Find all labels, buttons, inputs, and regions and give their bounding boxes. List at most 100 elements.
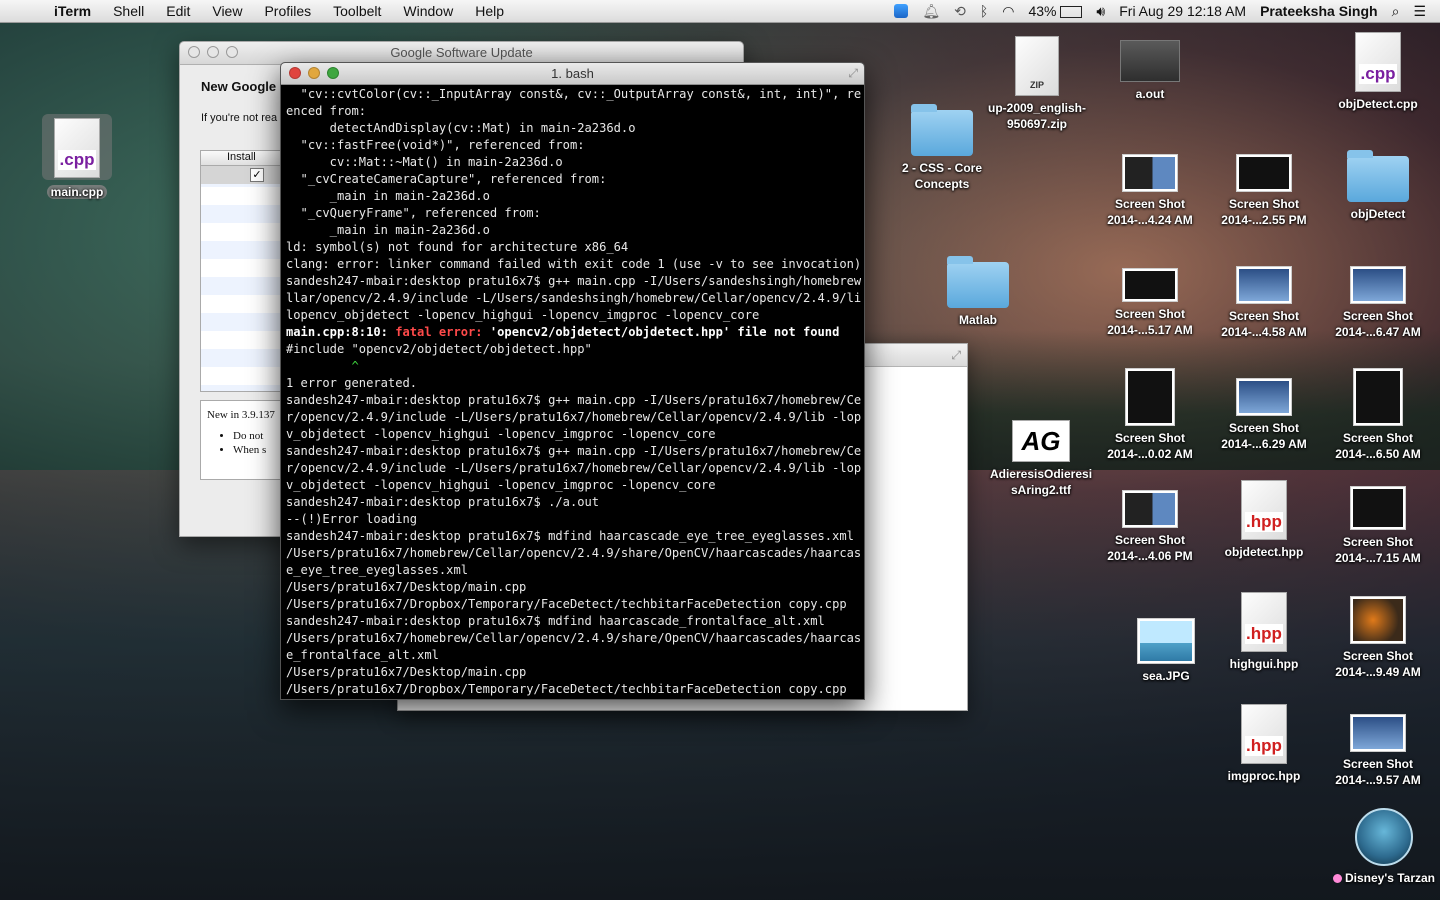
menu-help[interactable]: Help bbox=[475, 3, 504, 19]
terminal-text: r/opencv/2.4.9/include -L/Users/pratu16x… bbox=[286, 410, 861, 424]
desktop-icon-imgproc-hpp[interactable]: .hpp imgproc.hpp bbox=[1208, 704, 1320, 784]
icon-label-line2: 2014-...5.17 AM bbox=[1107, 323, 1193, 337]
terminal-text: 1 error generated. bbox=[286, 376, 418, 390]
updates-table[interactable]: Install ✓ bbox=[200, 150, 292, 392]
menu-window[interactable]: Window bbox=[403, 3, 453, 19]
desktop-icon-font[interactable]: AG AdieresisOdieresisAring2.ttf bbox=[985, 420, 1097, 498]
folder-icon bbox=[911, 104, 973, 156]
desktop-icon-highgui-hpp[interactable]: .hpp highgui.hpp bbox=[1208, 592, 1320, 672]
menu-shell[interactable]: Shell bbox=[113, 3, 144, 19]
terminal-line: /Users/pratu16x7/homebrew/Cellar/opencv/… bbox=[286, 545, 861, 562]
icon-label-line1: Screen Shot bbox=[1114, 431, 1186, 445]
bluetooth-icon[interactable]: ᛒ bbox=[980, 3, 988, 19]
notes-title: New in 3.9.137 bbox=[207, 409, 275, 421]
notification-center-icon[interactable]: ☰ bbox=[1413, 3, 1426, 20]
desktop-icon-screenshot[interactable]: Screen Shot 2014-...4.58 AM bbox=[1208, 266, 1320, 340]
terminal-text: v_objdetect -lopencv_highgui -lopencv_im… bbox=[286, 427, 716, 441]
cpp-file-icon: .cpp bbox=[54, 118, 100, 178]
desktop-icon-css-folder[interactable]: 2 - CSS - Core Concepts bbox=[886, 104, 998, 192]
menu-view[interactable]: View bbox=[212, 3, 242, 19]
font-file-icon: AG bbox=[1012, 420, 1070, 462]
volume-icon[interactable]: 🔊︎ bbox=[1096, 3, 1105, 20]
terminal-line: "cv::fastFree(void*)", referenced from: bbox=[286, 137, 861, 154]
desktop-icon-screenshot[interactable]: Screen Shot 2014-...7.15 AM bbox=[1322, 486, 1434, 566]
menu-app-iterm[interactable]: iTerm bbox=[54, 3, 91, 19]
desktop-icon-screenshot[interactable]: Screen Shot 2014-...9.49 AM bbox=[1322, 596, 1434, 680]
folder-icon bbox=[1347, 150, 1409, 202]
clock[interactable]: Fri Aug 29 12:18 AM bbox=[1119, 3, 1246, 19]
screenshot-thumbnail bbox=[1122, 154, 1178, 192]
folder-icon bbox=[947, 256, 1009, 308]
desktop-icon-aout[interactable]: a.out bbox=[1094, 40, 1206, 102]
terminal-line: sandesh247-mbair:desktop pratu16x7$ g++ … bbox=[286, 392, 861, 409]
fullscreen-icon[interactable]: ⤢ bbox=[848, 66, 858, 81]
notes-item: Do not bbox=[233, 429, 266, 443]
time-machine-icon[interactable]: ⟲ bbox=[954, 3, 966, 20]
desktop-icon-screenshot[interactable]: Screen Shot 2014-...6.29 AM bbox=[1208, 378, 1320, 452]
wifi-icon[interactable]: ◠ bbox=[1002, 3, 1014, 20]
desktop-icon-tarzan[interactable]: Disney's Tarzan bbox=[1328, 808, 1440, 886]
user-name[interactable]: Prateeksha Singh bbox=[1260, 3, 1378, 19]
desktop-icon-screenshot[interactable]: Screen Shot 2014-...2.55 PM bbox=[1208, 154, 1320, 228]
desktop-icon-screenshot[interactable]: Screen Shot 2014-...4.24 AM bbox=[1094, 154, 1206, 228]
terminal-line: enced from: bbox=[286, 103, 861, 120]
icon-label-line2: 2014-...9.57 AM bbox=[1335, 773, 1421, 787]
icon-label-line2: 2014-...4.58 AM bbox=[1221, 325, 1307, 339]
desktop-icon-screenshot[interactable]: Screen Shot 2014-...6.50 AM bbox=[1322, 368, 1434, 462]
terminal-line: sandesh247-mbair:desktop pratu16x7$ mdfi… bbox=[286, 613, 861, 630]
spotlight-search-icon[interactable]: ⌕ bbox=[1392, 3, 1400, 20]
terminal-line: _main in main-2a236d.o bbox=[286, 222, 861, 239]
icon-label-line1: Screen Shot bbox=[1228, 197, 1300, 211]
desktop-icon-objdetect-hpp[interactable]: .hpp objdetect.hpp bbox=[1208, 480, 1320, 560]
terminal-line: r/opencv/2.4.9/include -L/Users/pratu16x… bbox=[286, 460, 861, 477]
icon-label-line1: Screen Shot bbox=[1228, 421, 1300, 435]
install-checkbox[interactable]: ✓ bbox=[250, 168, 264, 182]
terminal-text: /Users/pratu16x7/Dropbox/Temporary/FaceD… bbox=[286, 682, 847, 696]
desktop-icon-sea-jpg[interactable]: sea.JPG bbox=[1110, 618, 1222, 684]
terminal-text: #include "opencv2/objdetect/objdetect.hp… bbox=[286, 342, 592, 356]
terminal-line: v_objdetect -lopencv_highgui -lopencv_im… bbox=[286, 426, 861, 443]
executable-icon bbox=[1120, 40, 1180, 82]
terminal-line: "cv::cvtColor(cv::_InputArray const&, cv… bbox=[286, 86, 861, 103]
column-install[interactable]: Install bbox=[201, 151, 291, 166]
screenshot-thumbnail bbox=[1350, 714, 1406, 752]
battery-status[interactable]: 43% bbox=[1028, 3, 1083, 19]
desktop-icon-screenshot[interactable]: Screen Shot 2014-...0.02 AM bbox=[1094, 368, 1206, 462]
zip-badge: ZIP bbox=[1029, 80, 1044, 90]
terminal-text: /Users/pratu16x7/Dropbox/Temporary/FaceD… bbox=[286, 597, 847, 611]
icon-label: Disney's Tarzan bbox=[1345, 871, 1435, 885]
file-ext-label: .hpp bbox=[1245, 736, 1283, 756]
terminal-text: "cv::cvtColor(cv::_InputArray const&, cv… bbox=[286, 87, 861, 101]
menu-toolbelt[interactable]: Toolbelt bbox=[333, 3, 381, 19]
notification-bell-icon[interactable]: 🔔︎ bbox=[922, 3, 940, 20]
desktop-icon-matlab[interactable]: Matlab bbox=[922, 256, 1034, 328]
fullscreen-icon[interactable]: ⤢ bbox=[951, 348, 961, 363]
terminal-text: lopencv_objdetect -lopencv_highgui -lope… bbox=[286, 308, 760, 322]
terminal-text: sandesh247-mbair:desktop pratu16x7$ g++ … bbox=[286, 444, 861, 458]
icon-label-line1: Screen Shot bbox=[1114, 197, 1186, 211]
icon-label-line2: 2014-...6.50 AM bbox=[1335, 447, 1421, 461]
desktop-icon-screenshot[interactable]: Screen Shot 2014-...6.47 AM bbox=[1322, 266, 1434, 340]
menu-profiles[interactable]: Profiles bbox=[264, 3, 311, 19]
terminal-line: e_eye_tree_eyeglasses.xml bbox=[286, 562, 861, 579]
icon-label: objDetect.cpp bbox=[1338, 97, 1418, 111]
desktop-icon-objdetect-cpp[interactable]: .cpp objDetect.cpp bbox=[1322, 32, 1434, 112]
desktop-icon-screenshot[interactable]: Screen Shot 2014-...4.06 PM bbox=[1094, 490, 1206, 564]
icon-label-line1: Screen Shot bbox=[1342, 535, 1414, 549]
desktop-icon-screenshot[interactable]: Screen Shot 2014-...9.57 AM bbox=[1322, 714, 1434, 788]
desktop-icon-objdetect-folder[interactable]: objDetect bbox=[1322, 150, 1434, 222]
file-ext-label: .hpp bbox=[1245, 624, 1283, 644]
terminal-text: e_eye_tree_eyeglasses.xml bbox=[286, 563, 469, 577]
menu-edit[interactable]: Edit bbox=[166, 3, 190, 19]
desktop-icon-screenshot[interactable]: Screen Shot 2014-...5.17 AM bbox=[1094, 268, 1206, 338]
terminal-output[interactable]: "cv::cvtColor(cv::_InputArray const&, cv… bbox=[286, 86, 861, 699]
dropbox-icon[interactable] bbox=[894, 4, 909, 18]
desktop-icon-main-cpp[interactable]: .cpp main.cpp bbox=[21, 114, 133, 200]
terminal-text: _main in main-2a236d.o bbox=[286, 223, 490, 237]
table-row[interactable]: ✓ bbox=[201, 166, 291, 184]
terminal-line: r/opencv/2.4.9/include -L/Users/pratu16x… bbox=[286, 409, 861, 426]
window-titlebar[interactable]: 1. bash ⤢ bbox=[281, 63, 864, 85]
icon-label-line2: 2014-...2.55 PM bbox=[1221, 213, 1307, 227]
terminal-line: #include "opencv2/objdetect/objdetect.hp… bbox=[286, 341, 861, 358]
file-ext-label: .cpp bbox=[1359, 64, 1397, 84]
